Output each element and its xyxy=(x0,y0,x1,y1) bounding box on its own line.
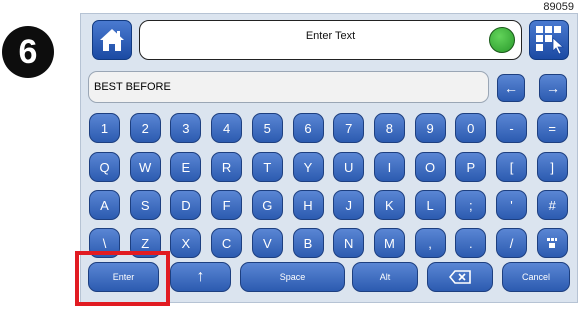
arrow-left-icon: ← xyxy=(504,80,518,96)
special-characters-icon xyxy=(547,238,558,248)
space-key[interactable]: Space xyxy=(240,262,345,292)
key-row2-4[interactable]: T xyxy=(251,152,283,182)
key-row1-8[interactable]: 9 xyxy=(414,113,446,143)
backspace-icon xyxy=(449,270,471,284)
key-row4-2[interactable]: X xyxy=(170,228,202,258)
key-row3-11[interactable]: # xyxy=(536,190,568,220)
key-row2-10[interactable]: [ xyxy=(496,152,527,182)
key-row4-7[interactable]: M xyxy=(373,228,405,258)
key-row3-5[interactable]: H xyxy=(292,190,324,220)
key-row4-6[interactable]: N xyxy=(333,228,365,258)
key-row1-5[interactable]: 6 xyxy=(292,113,324,143)
key-row3-4[interactable]: G xyxy=(251,190,283,220)
key-row1-9[interactable]: 0 xyxy=(455,113,487,143)
key-row1-2[interactable]: 3 xyxy=(170,113,202,143)
key-row1-11[interactable]: = xyxy=(536,113,568,143)
alt-key[interactable]: Alt xyxy=(352,262,418,292)
cancel-key[interactable]: Cancel xyxy=(502,262,570,292)
key-row2-3[interactable]: R xyxy=(211,152,243,182)
key-row2-5[interactable]: Y xyxy=(292,152,324,182)
key-row3-7[interactable]: K xyxy=(373,190,405,220)
cursor-left-button[interactable]: ← xyxy=(497,74,525,102)
key-row1-7[interactable]: 8 xyxy=(373,113,405,143)
key-row2-6[interactable]: U xyxy=(333,152,365,182)
key-row2-7[interactable]: I xyxy=(373,152,405,182)
key-row1-4[interactable]: 5 xyxy=(251,113,283,143)
key-row3-2[interactable]: D xyxy=(170,190,202,220)
key-row3-9[interactable]: ; xyxy=(455,190,487,220)
menu-button[interactable] xyxy=(529,20,569,60)
key-row3-6[interactable]: J xyxy=(333,190,365,220)
key-row4-4[interactable]: V xyxy=(251,228,283,258)
status-indicator xyxy=(489,27,515,53)
key-row2-9[interactable]: P xyxy=(455,152,487,182)
text-input-field[interactable]: BEST BEFORE xyxy=(88,71,489,103)
cursor-right-button[interactable]: → xyxy=(539,74,567,102)
home-button[interactable] xyxy=(92,20,132,60)
page-title: Enter Text xyxy=(305,30,356,42)
grid-menu-icon xyxy=(536,26,565,55)
key-row1-1[interactable]: 2 xyxy=(129,113,161,143)
key-row1-10[interactable]: - xyxy=(496,113,527,143)
shift-key[interactable]: ↑ xyxy=(170,262,231,292)
key-row2-2[interactable]: E xyxy=(170,152,202,182)
title-bar: Enter Text xyxy=(139,20,522,60)
key-row3-0[interactable]: A xyxy=(89,190,120,220)
enter-key-highlight xyxy=(75,251,170,306)
key-row4-10[interactable]: / xyxy=(496,228,527,258)
arrow-right-icon: → xyxy=(546,80,560,96)
key-row3-1[interactable]: S xyxy=(129,190,161,220)
key-row1-0[interactable]: 1 xyxy=(89,113,120,143)
key-row1-3[interactable]: 4 xyxy=(211,113,243,143)
key-row4-8[interactable]: , xyxy=(414,228,446,258)
figure-id: 89059 xyxy=(543,1,574,13)
key-row1-6[interactable]: 7 xyxy=(333,113,365,143)
special-characters-key[interactable] xyxy=(536,228,568,258)
key-row2-8[interactable]: O xyxy=(414,152,446,182)
backspace-key[interactable] xyxy=(427,262,493,292)
home-icon xyxy=(100,29,124,51)
key-row2-1[interactable]: W xyxy=(129,152,161,182)
key-row3-10[interactable]: ' xyxy=(496,190,527,220)
shift-arrow-icon: ↑ xyxy=(196,268,205,285)
key-row2-0[interactable]: Q xyxy=(89,152,120,182)
key-row4-5[interactable]: B xyxy=(292,228,324,258)
key-row3-3[interactable]: F xyxy=(211,190,243,220)
key-row4-9[interactable]: . xyxy=(455,228,487,258)
step-badge: 6 xyxy=(2,26,54,78)
key-row3-8[interactable]: L xyxy=(414,190,446,220)
key-row2-11[interactable]: ] xyxy=(536,152,568,182)
text-input-value: BEST BEFORE xyxy=(94,81,171,93)
key-row4-3[interactable]: C xyxy=(211,228,243,258)
